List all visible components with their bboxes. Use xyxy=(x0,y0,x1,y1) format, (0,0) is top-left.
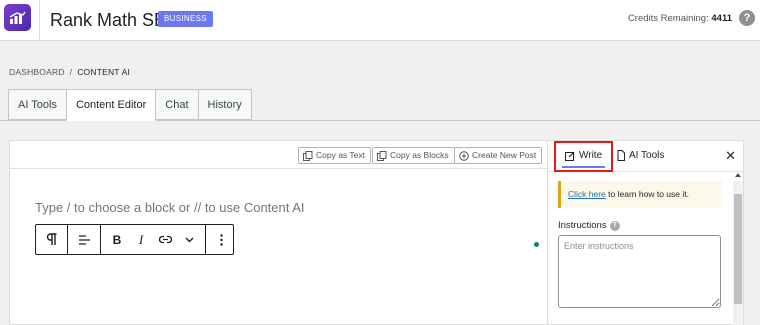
copy-as-blocks-button[interactable]: Copy as Blocks xyxy=(372,147,455,164)
copy-as-text-label: Copy as Text xyxy=(316,150,365,160)
help-icon[interactable]: ? xyxy=(739,10,755,26)
create-new-post-button[interactable]: Create New Post xyxy=(454,147,543,164)
breadcrumb-content-ai: CONTENT AI xyxy=(77,67,131,77)
credits-value: 4411 xyxy=(711,13,732,24)
close-icon[interactable]: ✕ xyxy=(725,148,736,164)
logo-bars-icon xyxy=(9,11,26,24)
document-icon xyxy=(617,150,625,161)
credits-remaining: Credits Remaining: 4411 xyxy=(628,13,732,24)
scroll-up-arrow[interactable] xyxy=(735,173,741,177)
tab-content-editor[interactable]: Content Editor xyxy=(65,89,157,121)
copy-icon xyxy=(377,150,387,161)
breadcrumb-dashboard[interactable]: DASHBOARD xyxy=(9,67,65,77)
tab-history[interactable]: History xyxy=(197,89,252,120)
copy-as-text-button[interactable]: Copy as Text xyxy=(298,147,371,164)
formatting-group: B I xyxy=(101,225,206,254)
content-editor-panel: Copy as Text Copy as Blocks Create New P… xyxy=(9,140,548,325)
tab-ai-tools-sidebar[interactable]: AI Tools xyxy=(617,150,664,161)
copy-icon xyxy=(303,150,313,161)
scrollbar-thumb[interactable] xyxy=(734,194,742,304)
top-bar: Rank Math SEO BUSINESS Credits Remaining… xyxy=(0,0,760,41)
credits-label: Credits Remaining: xyxy=(627,13,709,24)
tab-chat[interactable]: Chat xyxy=(155,89,199,120)
tab-ai-tools[interactable]: AI Tools xyxy=(8,89,67,120)
copy-as-blocks-label: Copy as Blocks xyxy=(390,150,449,160)
chevron-down-icon[interactable] xyxy=(177,225,201,254)
more-group xyxy=(206,225,237,254)
instructions-label: Instructions ? xyxy=(558,220,620,231)
sidebar-header: Write AI Tools ✕ xyxy=(548,141,744,172)
highlight-box xyxy=(554,141,613,172)
editor-toolbar: Copy as Text Copy as Blocks Create New P… xyxy=(10,141,547,169)
bold-icon[interactable]: B xyxy=(105,225,129,254)
tab-ai-tools-label: AI Tools xyxy=(629,150,665,161)
paragraph-icon[interactable] xyxy=(36,225,67,254)
plus-circle-icon xyxy=(459,150,469,161)
block-type-group xyxy=(36,225,68,254)
italic-icon[interactable]: I xyxy=(129,225,153,254)
breadcrumb-separator: / xyxy=(69,67,73,77)
breadcrumb: DASHBOARD / CONTENT AI xyxy=(9,67,130,77)
main-tabs: AI Tools Content Editor Chat History xyxy=(8,89,252,121)
editor-placeholder[interactable]: Type / to choose a block or // to use Co… xyxy=(35,200,305,215)
help-notice: Click here to learn how to use it. xyxy=(558,181,722,208)
block-toolbar: B I xyxy=(35,224,234,255)
more-options-icon[interactable] xyxy=(206,225,237,254)
question-icon[interactable]: ? xyxy=(609,220,620,231)
align-icon[interactable] xyxy=(68,225,100,254)
instructions-label-text: Instructions xyxy=(558,220,607,231)
logo-divider xyxy=(39,0,40,41)
click-here-link[interactable]: Click here xyxy=(568,189,606,199)
plan-badge: BUSINESS xyxy=(158,11,213,27)
notice-text: to learn how to use it. xyxy=(605,189,689,199)
content-ai-sidebar: Write AI Tools ✕ Click here to learn how… xyxy=(548,140,744,325)
status-dot xyxy=(534,242,539,247)
link-icon[interactable] xyxy=(153,225,177,254)
alignment-group xyxy=(68,225,101,254)
rank-math-logo[interactable] xyxy=(4,4,31,31)
create-new-post-label: Create New Post xyxy=(472,150,537,160)
instructions-input[interactable] xyxy=(558,235,721,308)
